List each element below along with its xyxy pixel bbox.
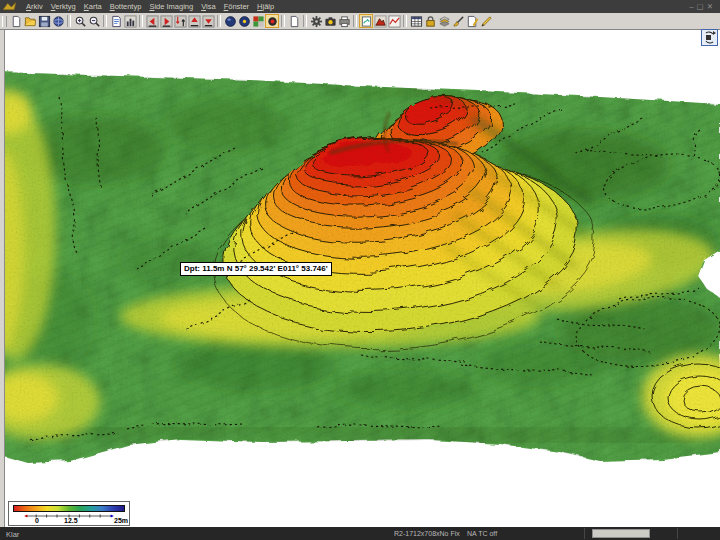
view-report-button[interactable] (109, 14, 123, 28)
menu-item-visa[interactable]: Visa (201, 0, 215, 13)
menu-item-hj-lp[interactable]: Hjälp (257, 0, 274, 13)
toolbar-separator (103, 15, 107, 27)
sphere-view-button[interactable] (223, 14, 237, 28)
layer-shift-right-button[interactable] (159, 14, 173, 28)
status-record-info: R2-1712x708xNo Fix (394, 530, 460, 537)
terrain-3d-button[interactable] (373, 14, 387, 28)
depth-tooltip: Dpt: 11.5m N 57° 29.542' E011° 53.746' (180, 262, 332, 276)
snapshot-camera-button[interactable] (323, 14, 337, 28)
overlay-toggle-button[interactable] (359, 14, 373, 28)
status-ready: Klar (6, 530, 19, 539)
legend-mid-label: 12.5 (64, 517, 78, 524)
toolbar-separator (353, 15, 357, 27)
export-globe-button[interactable] (51, 14, 65, 28)
toolbar-separator (303, 15, 307, 27)
track-profile-button[interactable] (387, 14, 401, 28)
depth-legend: 0 12.5 25m (8, 501, 130, 526)
layer-down-button[interactable] (201, 14, 215, 28)
settings-gear-button[interactable] (309, 14, 323, 28)
color-brush-button[interactable] (451, 14, 465, 28)
toolbar-separator (139, 15, 143, 27)
view-graph-button[interactable] (123, 14, 137, 28)
edit-note-button[interactable] (465, 14, 479, 28)
menu-item-f-nster[interactable]: Fönster (224, 0, 249, 13)
toolbar (0, 13, 720, 30)
waypoint-lock-button[interactable] (423, 14, 437, 28)
status-separator-2 (677, 528, 678, 539)
toolbar-separator (403, 15, 407, 27)
toolbar-separator (281, 15, 285, 27)
menu-bar: Arkiv Verktyg Karta Bottentyp Side Imaging Vi… (0, 0, 720, 13)
print-button[interactable] (337, 14, 351, 28)
sphere-target-button[interactable] (237, 14, 251, 28)
application-window: { "menu": { "items": ["Arkiv","Verktyg",… (0, 0, 720, 540)
toolbar-separator (217, 15, 221, 27)
record-toggle-button[interactable] (265, 14, 279, 28)
status-separator (584, 528, 585, 539)
zoom-in-button[interactable] (73, 14, 87, 28)
layer-shift-left-button[interactable] (145, 14, 159, 28)
toolbar-grip[interactable] (2, 16, 7, 27)
draw-pencil-button[interactable] (479, 14, 493, 28)
menu-item-arkiv[interactable]: Arkiv (26, 0, 43, 13)
open-folder-button[interactable] (23, 14, 37, 28)
menu-item-verktyg[interactable]: Verktyg (51, 0, 76, 13)
bathymetry-3d-view[interactable] (0, 0, 720, 540)
menu-item-bottentyp[interactable]: Bottentyp (110, 0, 142, 13)
layer-up-button[interactable] (187, 14, 201, 28)
status-bar: Klar R2-1712x708xNo Fix NA TC off (0, 527, 720, 540)
menu-item-side-imaging[interactable]: Side Imaging (149, 0, 193, 13)
layer-swap-button[interactable] (173, 14, 187, 28)
menu-item-karta[interactable]: Karta (84, 0, 102, 13)
minimize-button[interactable]: – (689, 2, 696, 11)
restore-button[interactable]: ▢ (697, 2, 707, 11)
save-button[interactable] (37, 14, 51, 28)
rotate-view-icon (703, 31, 716, 44)
close-button[interactable]: ✕ (707, 2, 716, 11)
legend-min-label: 0 (35, 517, 39, 524)
new-document-button[interactable] (9, 14, 23, 28)
new-note-button[interactable] (287, 14, 301, 28)
legend-max-label: 25m (114, 517, 128, 524)
rotate-view-button[interactable] (701, 29, 718, 46)
bottom-type-tiles-button[interactable] (251, 14, 265, 28)
layer-stack-button[interactable] (437, 14, 451, 28)
data-table-button[interactable] (409, 14, 423, 28)
app-icon (2, 1, 17, 12)
toolbar-separator (67, 15, 71, 27)
window-controls: –▢✕ (689, 2, 716, 12)
progress-indicator (592, 529, 650, 538)
zoom-out-button[interactable] (87, 14, 101, 28)
canvas-left-frame (0, 30, 5, 527)
status-fix-flags: NA TC off (467, 530, 497, 537)
depth-gradient-bar (13, 505, 125, 512)
